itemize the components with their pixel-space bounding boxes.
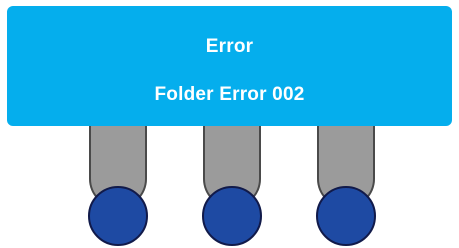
error-message: Folder Error 002 — [154, 84, 305, 105]
status-dot-icon-3 — [316, 186, 376, 246]
error-banner: Error Folder Error 002 — [7, 6, 452, 126]
status-dot-icon-1 — [88, 186, 148, 246]
status-dot-icon-2 — [202, 186, 262, 246]
error-title: Error — [205, 36, 254, 57]
